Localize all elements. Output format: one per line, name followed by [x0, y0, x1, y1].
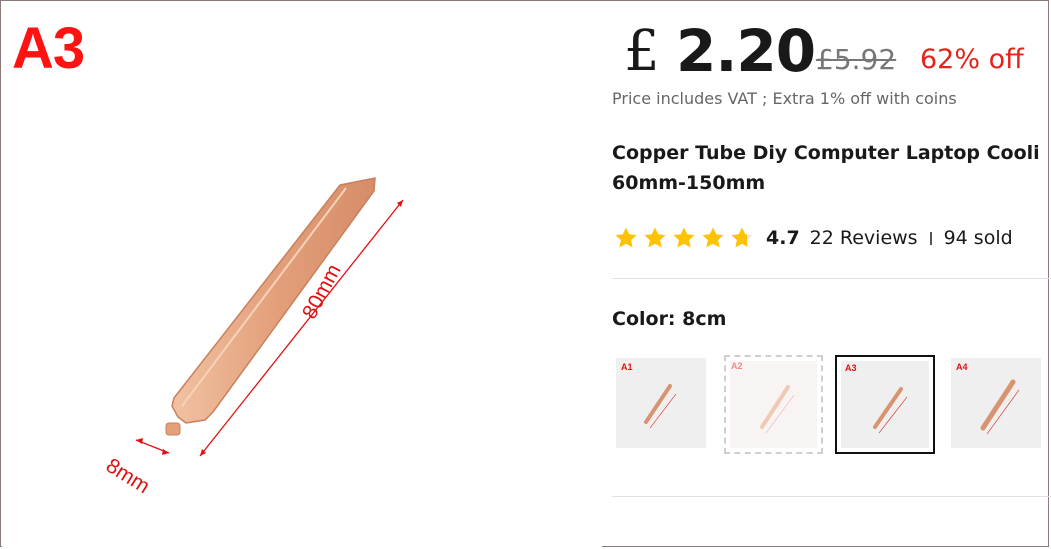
color-option-a4[interactable]: A4 [951, 358, 1041, 448]
vat-note: Price includes VAT ; Extra 1% off with c… [612, 89, 957, 108]
color-label: Color: 8cm [612, 308, 727, 330]
sale-price: 2.20 [676, 17, 816, 85]
product-title-line-2: 60mm-150mm [612, 172, 766, 194]
star-half-icon [731, 227, 753, 248]
original-price: £5.92 [816, 43, 897, 76]
star-icon [644, 227, 666, 248]
star-icon [702, 227, 724, 248]
swatch-thumbnail [760, 385, 795, 434]
star-icon [673, 227, 695, 248]
section-divider [612, 278, 1051, 279]
section-divider [612, 496, 1051, 497]
color-option-a1[interactable]: A1 [616, 358, 706, 448]
swatch-thumbnail [644, 384, 677, 429]
swatch-thumbnail [980, 379, 1020, 435]
rating-row: 4.7 22 Reviews 94 sold [614, 224, 1013, 252]
reviews-link[interactable]: 22 Reviews [810, 227, 918, 249]
color-option-a3-selected[interactable]: A3 [835, 355, 935, 454]
product-title-line-1: Copper Tube Diy Computer Laptop Cooli [612, 142, 1040, 164]
rating-separator [929, 231, 932, 245]
product-title: Copper Tube Diy Computer Laptop Cooli 60… [612, 138, 1051, 198]
sold-count: 94 sold [943, 227, 1013, 249]
discount-badge: 62% off [920, 44, 1024, 75]
heat-pipe-illustration [135, 177, 404, 457]
star-rating [614, 226, 754, 250]
product-main-image[interactable]: A3 80mm 8mm [2, 2, 602, 547]
color-option-a2[interactable]: A2 [724, 355, 823, 454]
rating-value: 4.7 [766, 227, 800, 249]
swatch-thumbnail [873, 387, 908, 434]
star-icon [615, 227, 637, 248]
currency-symbol: £ [624, 19, 660, 84]
